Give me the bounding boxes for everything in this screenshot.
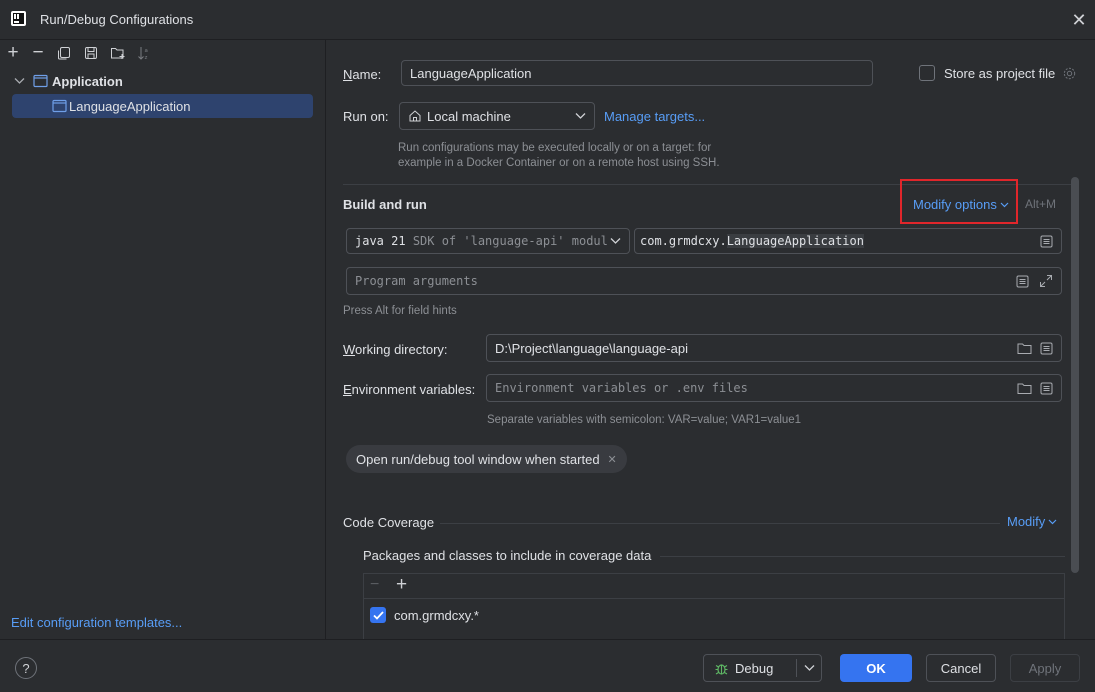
env-field[interactable]: Environment variables or .env files [486,374,1062,402]
program-arguments-field[interactable]: Program arguments [346,267,1062,295]
main-class-field[interactable]: com.grmdcxy.LanguageApplication [634,228,1062,254]
chevron-down-icon[interactable] [804,664,815,672]
coverage-list: − + com.grmdcxy.* [363,573,1065,639]
bug-icon [715,663,728,675]
manage-targets-link[interactable]: Manage targets... [604,109,705,124]
maximize-icon[interactable] [1039,274,1053,288]
chevron-down-icon [610,238,621,244]
modify-shortcut: Alt+M [1025,197,1057,211]
build-and-run-title: Build and run [343,197,427,212]
store-as-project-checkbox[interactable] [919,65,935,81]
chevron-down-icon[interactable] [14,77,25,85]
tree-child-label: LanguageApplication [69,99,191,114]
name-field[interactable]: LanguageApplication [401,60,873,86]
chevron-down-icon [575,113,586,119]
apply-button[interactable]: Apply [1010,654,1080,682]
left-toolbar: + − az [0,42,326,66]
copy-icon[interactable] [57,46,71,60]
remove-icon[interactable]: − [370,576,379,594]
coverage-divider [440,523,1000,524]
svg-text:z: z [145,55,148,60]
cancel-button[interactable]: Cancel [926,654,996,682]
folder-icon[interactable] [1017,382,1032,395]
left-panel: + − az Application LanguageApplication E… [0,40,326,639]
ok-button[interactable]: OK [840,654,912,682]
application-icon [52,99,67,113]
working-dir-field[interactable]: D:\Project\language\language-api [486,334,1062,362]
folder-icon[interactable] [1017,342,1032,355]
coverage-packages-title: Packages and classes to include in cover… [363,548,652,563]
expand-text-icon[interactable] [1040,382,1053,395]
coverage-modify-button[interactable]: Modify [1007,514,1057,529]
home-icon [409,110,421,122]
coverage-packages-divider [660,556,1065,557]
edit-templates-link[interactable]: Edit configuration templates... [11,615,182,630]
new-folder-icon[interactable] [110,46,126,60]
coverage-item-checkbox[interactable] [370,607,386,623]
jdk-select[interactable]: java 21 SDK of 'language-api' modul [346,228,630,254]
add-icon[interactable]: + [396,574,407,596]
env-hint: Separate variables with semicolon: VAR=v… [487,414,802,426]
run-on-label: Run on: [343,109,389,124]
name-label: Name: [343,67,382,82]
env-label: Environment variables: [343,382,476,397]
footer: ? Debug OK Cancel Apply [0,639,1095,692]
working-dir-label: Working directory: [343,342,448,357]
application-icon [33,74,48,88]
window-title: Run/Debug Configurations [40,12,194,27]
run-on-select[interactable]: Local machine [399,102,595,130]
save-icon[interactable] [84,46,98,60]
tree-root-label: Application [52,74,123,89]
run-on-hint-2: example in a Docker Container or on a re… [398,157,720,169]
store-as-project-label: Store as project file [944,66,1056,81]
coverage-title: Code Coverage [343,515,435,530]
chevron-down-icon [1000,202,1009,207]
chevron-down-icon [1048,519,1057,524]
sort-icon[interactable]: az [137,46,151,60]
svg-text:a: a [145,48,148,54]
scrollbar[interactable] [1071,177,1079,573]
close-icon[interactable]: ✕ [608,453,617,466]
expand-text-icon[interactable] [1016,275,1029,288]
right-panel: Name: LanguageApplication Store as proje… [327,40,1095,639]
add-icon[interactable]: + [4,42,22,63]
tree-node-application[interactable]: Application [0,72,326,92]
alt-hint: Press Alt for field hints [343,305,457,317]
coverage-list-item[interactable]: com.grmdcxy.* [370,606,479,624]
tree-node-language-application[interactable]: LanguageApplication [12,94,313,118]
expand-text-icon[interactable] [1040,235,1053,248]
close-icon[interactable]: ✕ [1068,10,1090,30]
modify-options-button[interactable]: Modify options [913,197,1009,212]
help-icon[interactable]: ? [15,657,37,679]
run-on-hint-1: Run configurations may be executed local… [398,142,712,154]
title-bar: Run/Debug Configurations ✕ [0,0,1095,40]
remove-icon[interactable]: − [29,42,47,63]
debug-button[interactable]: Debug [703,654,822,682]
intellij-icon [11,11,26,26]
check-icon [372,610,384,620]
coverage-list-toolbar: − + [364,574,1064,599]
gear-icon[interactable] [1062,66,1077,81]
open-tool-window-tag[interactable]: Open run/debug tool window when started … [346,445,627,473]
expand-text-icon[interactable] [1040,342,1053,355]
